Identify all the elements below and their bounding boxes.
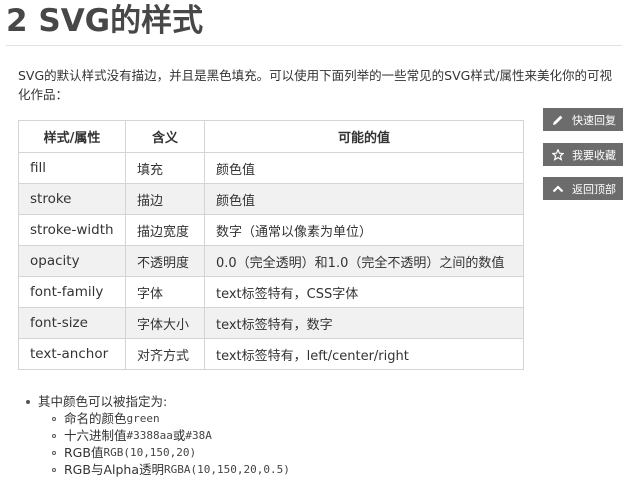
circle-bullet-icon xyxy=(52,416,56,421)
table-cell: fill xyxy=(18,152,126,184)
heading-divider xyxy=(6,45,622,46)
note-code: RGBA(10,150,20,0.5) xyxy=(164,463,290,476)
table-cell: 颜色值 xyxy=(204,183,524,215)
table-cell: 描边 xyxy=(125,183,205,215)
table-cell: font-size xyxy=(18,307,126,339)
note-code: green xyxy=(126,412,160,425)
table-row: stroke 描边 颜色值 xyxy=(18,183,524,215)
table-row: text-anchor 对齐方式 text标签特有，left/center/ri… xyxy=(18,338,524,370)
back-to-top-button[interactable]: 返回顶部 xyxy=(543,177,623,200)
table-cell: 填充 xyxy=(125,152,205,184)
intro-paragraph: SVG的默认样式没有描边，并且是黑色填充。可以使用下面列举的一些常见的SVG样式… xyxy=(18,68,613,102)
table-row: opacity 不透明度 0.0（完全透明）和1.0（完全不透明）之间的数值 xyxy=(18,245,524,277)
table-cell: stroke xyxy=(18,183,126,215)
table-cell: text-anchor xyxy=(18,338,126,370)
table-header: 含义 xyxy=(125,120,205,153)
table-cell: text标签特有，CSS字体 xyxy=(204,276,524,308)
back-to-top-label: 返回顶部 xyxy=(572,182,616,196)
table-cell: 字体大小 xyxy=(125,307,205,339)
note-text: RGB与Alpha透明 xyxy=(64,462,164,477)
table-row: fill 填充 颜色值 xyxy=(18,152,524,184)
pencil-icon xyxy=(552,114,564,126)
table-cell: 字体 xyxy=(125,276,205,308)
table-cell: stroke-width xyxy=(18,214,126,246)
list-item: 命名的颜色 green xyxy=(52,410,290,427)
circle-bullet-icon xyxy=(52,433,56,438)
table-cell: font-family xyxy=(18,276,126,308)
circle-bullet-icon xyxy=(52,467,56,472)
note-code: #3388aa xyxy=(126,429,173,442)
table-cell: 对齐方式 xyxy=(125,338,205,370)
table-header: 可能的值 xyxy=(204,120,524,153)
note-tail: 或 xyxy=(172,428,186,443)
list-item: 十六进制值 #3388aa 或 #38A xyxy=(52,427,290,444)
list-item: RGB与Alpha透明 RGBA(10,150,20,0.5) xyxy=(52,461,290,478)
note-text: 十六进制值 xyxy=(64,428,127,443)
favorite-label: 我要收藏 xyxy=(572,148,616,162)
table-row: font-size 字体大小 text标签特有，数字 xyxy=(18,307,524,339)
table-cell: text标签特有，数字 xyxy=(204,307,524,339)
table-cell: 不透明度 xyxy=(125,245,205,277)
quick-reply-label: 快速回复 xyxy=(572,113,616,127)
table-header-row: 样式/属性 含义 可能的值 xyxy=(18,120,524,153)
section-heading: 2 SVG的样式 xyxy=(6,3,204,39)
svg-style-table: 样式/属性 含义 可能的值 fill 填充 颜色值 stroke 描边 颜色值 … xyxy=(18,120,524,370)
table-cell: text标签特有，left/center/right xyxy=(204,338,524,370)
notes-lead: 其中颜色可以被指定为: xyxy=(38,394,168,409)
list-item: RGB值 RGB(10,150,20) xyxy=(52,444,290,461)
table-header: 样式/属性 xyxy=(18,120,126,153)
quick-reply-button[interactable]: 快速回复 xyxy=(543,108,623,131)
list-item: 其中颜色可以被指定为: xyxy=(26,393,290,410)
table-cell: opacity xyxy=(18,245,126,277)
bullet-icon xyxy=(26,399,30,404)
table-cell: 颜色值 xyxy=(204,152,524,184)
table-row: font-family 字体 text标签特有，CSS字体 xyxy=(18,276,524,308)
color-notes: 其中颜色可以被指定为: 命名的颜色 green 十六进制值 #3388aa 或 #3… xyxy=(26,393,290,478)
note-code: RGB(10,150,20) xyxy=(103,446,197,459)
table-row: stroke-width 描边宽度 数字（通常以像素为单位） xyxy=(18,214,524,246)
table-cell: 数字（通常以像素为单位） xyxy=(204,214,524,246)
note-text: RGB值 xyxy=(64,445,104,460)
star-icon xyxy=(552,148,564,161)
chevron-up-icon xyxy=(552,183,564,195)
circle-bullet-icon xyxy=(52,450,56,455)
note-text: 命名的颜色 xyxy=(64,411,127,426)
note-code: #38A xyxy=(185,429,212,442)
table-cell: 0.0（完全透明）和1.0（完全不透明）之间的数值 xyxy=(204,245,524,277)
favorite-button[interactable]: 我要收藏 xyxy=(543,143,623,166)
table-cell: 描边宽度 xyxy=(125,214,205,246)
